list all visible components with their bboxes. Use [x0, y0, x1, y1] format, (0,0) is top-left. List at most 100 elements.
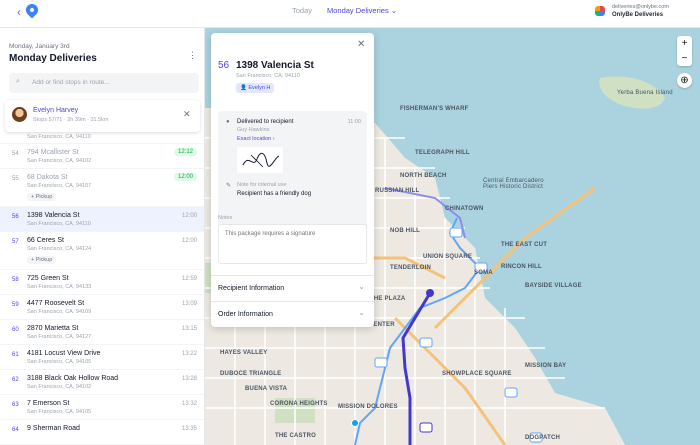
zoom-control: + − [677, 36, 692, 66]
stop-city: San Francisco, CA, 94124 [27, 246, 92, 252]
stop-row[interactable]: San Francisco, CA, 94110 [0, 134, 204, 144]
recipient-info-section[interactable]: Recipient Information ⌄ [211, 275, 374, 301]
stop-row[interactable]: 54 794 Mcallister St San Francisco, CA, 94… [0, 144, 204, 169]
stop-eta: 13:32 [181, 401, 197, 407]
map-label: BUENA VISTA [245, 386, 288, 392]
completed-time-badge: 12:12 [173, 148, 197, 156]
map-label: THE CASTRO [275, 433, 316, 439]
map-label: FISHERMAN'S WHARF [400, 106, 469, 112]
map-label: THE PLAZA [370, 296, 406, 302]
chevron-down-icon: ⌄ [358, 308, 365, 317]
map-label: UNION SQUARE [423, 254, 473, 260]
stop-row[interactable]: 64 9 Sherman Road 13:35 [0, 420, 204, 445]
pickup-tag[interactable]: + Pickup [27, 256, 57, 264]
stop-address: 3188 Black Oak Hollow Road [27, 375, 119, 382]
stop-row[interactable]: 55 68 Dakota St San Francisco, CA, 94107 12… [0, 169, 204, 207]
stop-row[interactable]: 57 66 Ceres St San Francisco, CA, 94124 12:… [0, 232, 204, 270]
stop-number: 64 [12, 427, 19, 433]
stop-city: San Francisco, CA, 94133 [27, 284, 92, 290]
stop-number: 57 [12, 239, 19, 245]
stop-number: 56 [12, 214, 19, 220]
chevron-down-icon: ⌄ [358, 282, 365, 291]
close-icon[interactable]: ✕ [357, 39, 365, 50]
driver-name[interactable]: Evelyn Harvey [33, 107, 78, 114]
app-logo-icon[interactable] [23, 1, 41, 19]
order-info-section[interactable]: Order Information ⌄ [211, 301, 374, 327]
back-chevron-icon[interactable]: ‹ [17, 5, 21, 19]
stop-row[interactable]: 59 4477 Roosevelt St San Francisco, CA, 94… [0, 295, 204, 320]
stop-eta: 12:59 [181, 276, 197, 282]
map-label: TENDERLOIN [390, 265, 431, 271]
stop-eta: 13:28 [181, 376, 197, 382]
driver-chip[interactable]: 👤 Evelyn H [236, 83, 275, 93]
driver-avatar [12, 107, 27, 122]
stop-city: San Francisco, CA, 94105 [27, 409, 92, 415]
stop-number: 56 [218, 60, 230, 71]
stop-city: San Francisco, CA, 94109 [27, 309, 92, 315]
route-title: Monday Deliveries [9, 53, 97, 64]
top-bar: ‹ Today Monday Deliveries ⌄ deliveries@o… [0, 0, 700, 28]
route-sidebar: Monday, January 3rd Monday Deliveries ⋮ … [0, 28, 205, 445]
stop-city: San Francisco, CA, 94110 [236, 73, 300, 79]
signature-image[interactable] [237, 147, 283, 173]
search-placeholder: Add or find stops in route... [32, 79, 110, 86]
stop-number: 60 [12, 327, 19, 333]
map-label: NORTH BEACH [400, 173, 447, 179]
delivery-proof-box: ● Delivered to recipient 11:00 Guy Hawki… [218, 111, 367, 234]
close-icon[interactable]: ✕ [183, 109, 191, 120]
stop-list: San Francisco, CA, 94110 54 794 Mcallister… [0, 134, 204, 445]
stop-number: 58 [12, 277, 19, 283]
stop-address: 4477 Roosevelt St [27, 300, 85, 307]
stop-city: San Francisco, CA, 94102 [27, 158, 92, 164]
map-label: CORONA HEIGHTS [270, 401, 328, 407]
stop-row[interactable]: 60 2870 Marietta St San Francisco, CA, 941… [0, 320, 204, 345]
stop-eta: 12:00 [181, 238, 197, 244]
stop-search-input[interactable]: ⌕ Add or find stops in route... [9, 73, 199, 93]
exact-location-link[interactable]: Exact location › [237, 136, 275, 142]
driver-card[interactable]: Evelyn Harvey Stops 57/71 · 2h 39m · 31.… [5, 100, 200, 132]
map-label: THE EAST CUT [501, 242, 548, 248]
stop-address: 66 Ceres St [27, 237, 64, 244]
stop-number: 54 [12, 151, 19, 157]
pickup-tag[interactable]: + Pickup [27, 193, 57, 201]
search-icon: ⌕ [16, 78, 20, 85]
today-button[interactable]: Today [292, 6, 312, 15]
map-label: RINCON HILL [501, 264, 542, 270]
driver-stats: Stops 57/71 · 2h 39m · 31.5km [33, 117, 109, 123]
stop-address: 7 Emerson St [27, 400, 70, 407]
zoom-out-icon[interactable]: − [677, 51, 692, 66]
stop-eta: 13:15 [181, 326, 197, 332]
locate-control: ⊕ [677, 73, 692, 88]
account-logo-icon[interactable] [595, 6, 605, 16]
stop-number: 59 [12, 302, 19, 308]
stop-row[interactable]: 58 725 Green St San Francisco, CA, 94133 12… [0, 270, 204, 295]
stop-row[interactable]: 56 1398 Valencia St San Francisco, CA, 941… [0, 207, 204, 232]
zoom-in-icon[interactable]: + [677, 36, 692, 51]
stop-city: San Francisco, CA, 94107 [27, 183, 92, 189]
stop-address: 1398 Valencia St [236, 60, 314, 71]
stop-row[interactable]: 61 4181 Locust View Drive San Francisco, C… [0, 345, 204, 370]
map-label: MISSION BAY [525, 363, 567, 369]
map-label: RUSSIAN HILL [375, 188, 420, 194]
stop-eta: 13:35 [181, 426, 197, 432]
notes-textarea[interactable] [218, 224, 367, 264]
stop-city: San Francisco, CA, 94105 [27, 359, 92, 365]
stop-row[interactable]: 62 3188 Black Oak Hollow Road San Francisc… [0, 370, 204, 395]
stop-row[interactable]: 63 7 Emerson St San Francisco, CA, 94105 13… [0, 395, 204, 420]
map-label: DOGPATCH [525, 435, 561, 441]
route-selector[interactable]: Monday Deliveries ⌄ [327, 6, 397, 15]
stop-address: 9 Sherman Road [27, 425, 80, 432]
map-label: HAYES VALLEY [220, 350, 268, 356]
signature-scribble [242, 152, 280, 168]
more-options-icon[interactable]: ⋮ [188, 50, 197, 61]
map-label: BAYSIDE VILLAGE [525, 283, 582, 289]
map-label: SHOWPLACE SQUARE [442, 371, 512, 377]
stop-eta: 13:09 [181, 301, 197, 307]
stop-number: 62 [12, 377, 19, 383]
locate-me-icon[interactable]: ⊕ [677, 73, 692, 88]
stop-address: 1398 Valencia St [27, 212, 80, 219]
map-label: NOB HILL [390, 228, 420, 234]
pencil-icon: ✎ [226, 183, 232, 189]
account-name[interactable]: OnlyBe Deliveries [612, 12, 663, 18]
section-label: Recipient Information [218, 285, 285, 292]
